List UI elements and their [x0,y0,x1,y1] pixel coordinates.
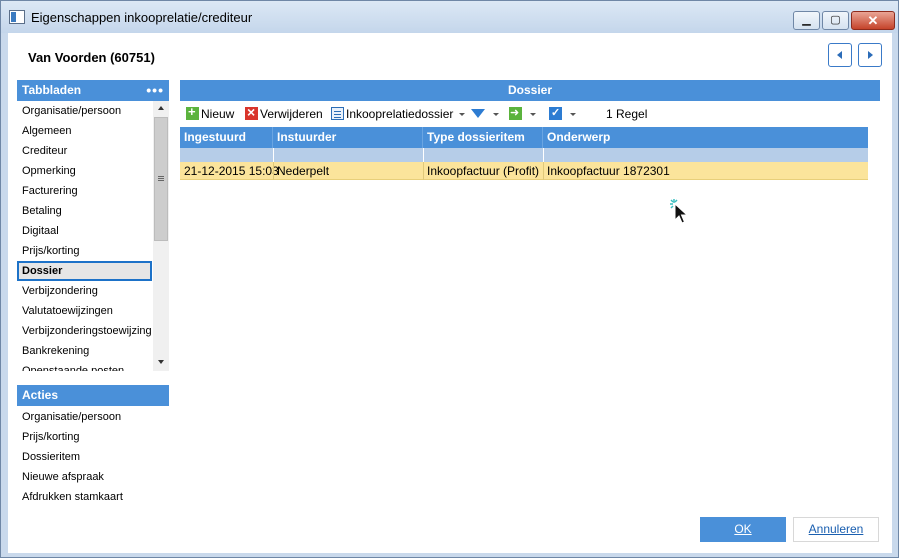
tabs-list: Organisatie/persoon Algemeen Crediteur Opme… [17,101,152,371]
row-count: 1 Regel [606,107,648,121]
column-header-label: Instuurder [277,130,337,144]
minimize-button[interactable]: ▁ [793,11,820,30]
sort-icon [224,123,232,127]
tab-item[interactable]: Verbijzondering [17,281,152,301]
action-item[interactable]: Prijs/korting [17,427,169,447]
tab-item[interactable]: Crediteur [17,141,152,161]
arrow-right-icon [509,105,522,121]
dialog-content: Van Voorden (60751) Tabbladen ••• Organi… [8,33,892,553]
column-header-onderwerp[interactable]: Onderwerp [543,127,868,148]
filter-separator [423,148,424,162]
tab-item[interactable]: Organisatie/persoon [17,101,152,121]
action-item[interactable]: Dossieritem [17,447,169,467]
tab-item[interactable]: Prijs/korting [17,241,152,261]
actions-panel-header: Acties [17,385,169,406]
tabs-panel-header: Tabbladen ••• [17,80,169,101]
column-header-label: Onderwerp [547,130,611,144]
tab-item[interactable]: Bankrekening [17,341,152,361]
tab-item[interactable]: Betaling [17,201,152,221]
chevron-right-icon [868,51,873,59]
filter-separator [543,148,544,162]
actions-list: Organisatie/persoon Prijs/korting Dossieri… [17,407,169,507]
action-item[interactable]: Nieuwe afspraak [17,467,169,487]
dossier-button-label: Inkooprelatiedossier [346,107,454,121]
action-item[interactable]: Organisatie/persoon [17,407,169,427]
filter-icon [471,109,485,118]
title-bar[interactable]: Eigenschappen inkooprelatie/crediteur ▁ … [1,1,898,33]
tab-item[interactable]: Algemeen [17,121,152,141]
chevron-down-icon [459,113,466,116]
maximize-button[interactable]: ▢ [822,11,849,30]
filter-dropdown-button[interactable] [471,106,499,122]
grip-icon [158,176,164,177]
ok-button[interactable]: OK [700,517,786,542]
action-dropdown-button[interactable] [509,105,536,122]
dossier-dropdown-button[interactable]: Inkooprelatiedossier [331,106,466,122]
column-header-type[interactable]: Type dossieritem [423,127,543,148]
delete-button-label: Verwijderen [260,107,323,121]
more-options-icon[interactable]: ••• [146,80,164,101]
tab-item[interactable]: Opmerking [17,161,152,181]
tab-item[interactable]: Facturering [17,181,152,201]
checkbox-icon [549,105,562,121]
filter-row[interactable] [180,148,868,162]
plus-icon [186,104,199,120]
tab-item[interactable]: Openstaande posten [17,361,152,371]
window-title: Eigenschappen inkooprelatie/crediteur [31,10,253,25]
filter-separator [273,148,274,162]
scroll-thumb[interactable] [154,117,168,241]
tab-item[interactable]: Valutatoewijzingen [17,301,152,321]
cell-ingestuurd[interactable]: 21-12-2015 15:03 [180,162,279,180]
cell-instuurder[interactable]: Nederpelt [273,162,329,180]
ok-button-label: OK [734,522,752,536]
dossier-header: Dossier [180,80,880,101]
mouse-cursor-icon [670,199,689,224]
chevron-down-icon [570,113,576,116]
scroll-down-icon[interactable] [158,360,164,364]
dossier-icon [331,107,344,120]
page-title: Van Voorden (60751) [28,50,155,65]
chevron-left-icon [837,51,842,59]
delete-icon [245,104,258,120]
tabs-scrollbar[interactable] [153,101,169,371]
grid-header: Ingestuurd Instuurder Type dossieritem O… [180,123,868,148]
close-button[interactable]: ✕ [851,11,895,30]
delete-button[interactable]: Verwijderen [245,104,323,122]
cell-type[interactable]: Inkoopfactuur (Profit) [423,162,539,180]
tab-item[interactable]: Digitaal [17,221,152,241]
dossier-toolbar: Nieuw Verwijderen Inkooprelatiedossier 1… [180,103,880,125]
cancel-button[interactable]: Annuleren [793,517,879,542]
column-header-instuurder[interactable]: Instuurder [273,127,423,148]
column-header-label: Ingestuurd [184,130,246,144]
previous-record-button[interactable] [828,43,852,67]
select-dropdown-button[interactable] [549,105,576,122]
dialog-window: Eigenschappen inkooprelatie/crediteur ▁ … [0,0,899,558]
next-record-button[interactable] [858,43,882,67]
table-row[interactable]: 21-12-2015 15:03 Nederpelt Inkoopfactuur… [180,162,868,180]
cell-onderwerp[interactable]: Inkoopfactuur 1872301 [543,162,670,180]
action-item[interactable]: Afdrukken stamkaart [17,487,169,507]
tab-item[interactable]: Verbijzonderingstoewijzingen [17,321,152,341]
tabs-panel-title: Tabbladen [22,83,82,97]
scroll-up-icon[interactable] [158,106,164,110]
chevron-down-icon [493,113,499,116]
tab-item[interactable]: Dossier [17,261,152,281]
app-icon [9,10,25,24]
dossier-grid: Ingestuurd Instuurder Type dossieritem O… [180,123,880,508]
chevron-down-icon [530,113,536,116]
new-button-label: Nieuw [201,107,235,121]
cancel-button-label: Annuleren [808,522,864,536]
column-header-ingestuurd[interactable]: Ingestuurd [180,123,273,148]
actions-panel-title: Acties [22,388,59,402]
new-button[interactable]: Nieuw [186,104,235,122]
column-header-label: Type dossieritem [427,130,525,144]
